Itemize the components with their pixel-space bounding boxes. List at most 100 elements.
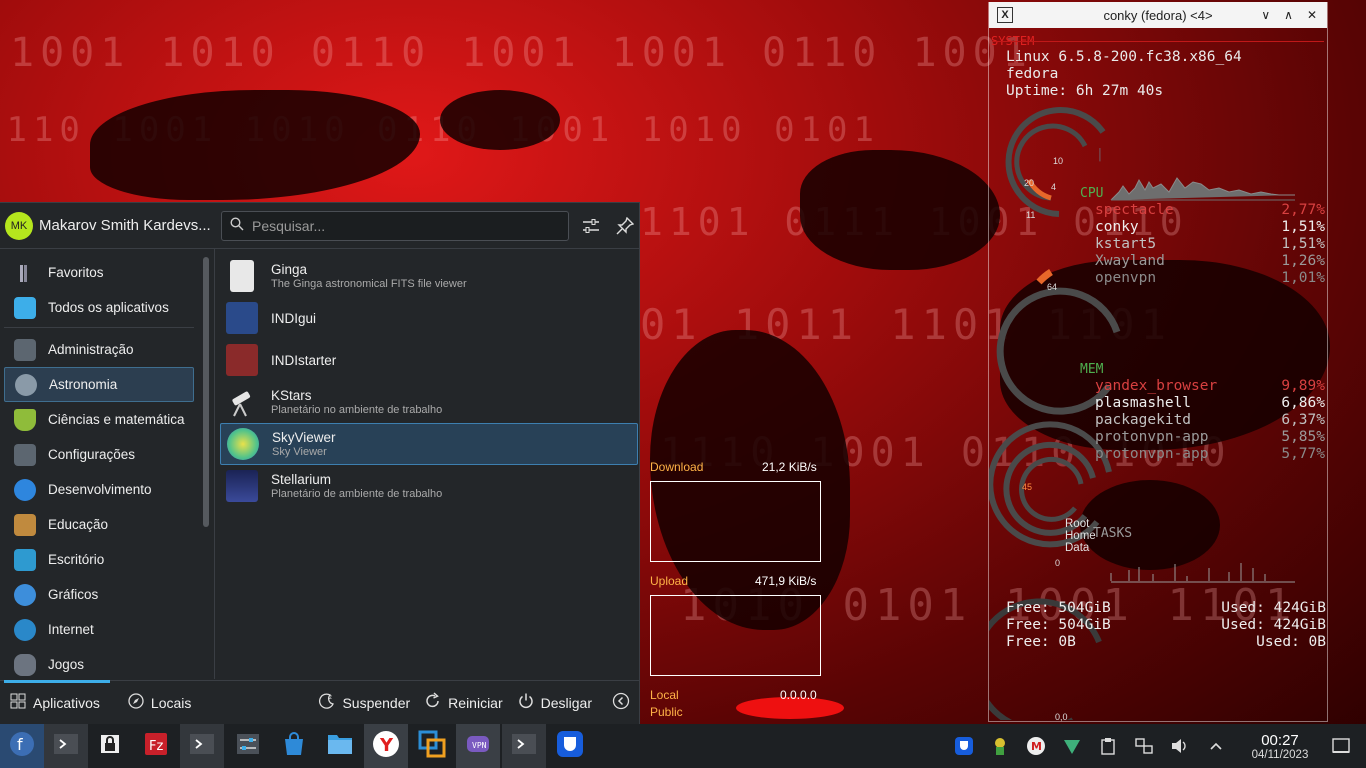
mascot-tray-icon[interactable]: [989, 735, 1011, 757]
network-icon[interactable]: [1133, 735, 1155, 757]
bitwarden-tray-icon[interactable]: [953, 735, 975, 757]
local-ip-value: 0.0.0.0: [780, 688, 817, 702]
indi-client-icon: [226, 302, 258, 334]
pane-divider: [214, 249, 215, 679]
category-scrollbar[interactable]: [203, 257, 209, 527]
settings-icon: [14, 443, 36, 466]
category-administracao[interactable]: Administração: [4, 332, 194, 367]
task-konsole-2[interactable]: [180, 724, 224, 768]
fs-label-home: Home: [1065, 530, 1096, 542]
category-graficos[interactable]: Gráficos: [4, 577, 194, 612]
category-educacao[interactable]: Educação: [4, 507, 194, 542]
shutdown-button[interactable]: Desligar: [517, 692, 592, 713]
svg-text:z: z: [329, 695, 332, 701]
digital-clock[interactable]: 00:27 04/11/2023: [1242, 732, 1318, 761]
public-ip-label: Public: [650, 705, 683, 719]
clock-time: 00:27: [1261, 731, 1299, 749]
app-kstars[interactable]: KStars Planetário no ambiente de trabalho: [220, 381, 638, 423]
task-protonvpn[interactable]: VPN: [456, 724, 500, 768]
cpu-process: spectacle 2,77%: [1095, 202, 1325, 218]
category-astronomia[interactable]: Astronomia: [4, 367, 194, 402]
local-ip-label: Local: [650, 688, 679, 702]
protonvpn-icon: VPN: [464, 732, 492, 761]
disk-row: Free: 0B Used: 0B: [1006, 634, 1326, 650]
app-skyviewer[interactable]: SkyViewer Sky Viewer: [220, 423, 638, 465]
suspend-button[interactable]: z Suspender: [318, 692, 410, 713]
task-lock-app[interactable]: [88, 724, 132, 768]
category-divider: [4, 327, 194, 328]
download-label: Download: [650, 460, 704, 474]
avatar[interactable]: MK: [5, 211, 33, 240]
tab-places[interactable]: Locais: [118, 681, 201, 725]
yandex-browser-icon: Y: [372, 730, 400, 763]
search-input[interactable]: [252, 217, 552, 234]
app-indistarter[interactable]: INDIstarter: [220, 339, 638, 381]
cpu-label: CPU: [1080, 186, 1104, 201]
task-yandex-browser[interactable]: Y: [364, 724, 408, 768]
mail-notification-tray-icon[interactable]: M: [1025, 735, 1047, 757]
bottom-ring-label: 0,0: [1055, 712, 1068, 722]
task-discover[interactable]: [272, 724, 316, 768]
app-ginga[interactable]: Ginga The Ginga astronomical FITS file vi…: [220, 255, 638, 297]
science-icon: [14, 408, 36, 431]
clipboard-icon[interactable]: [1097, 735, 1119, 757]
power-icon: [517, 692, 535, 713]
category-favoritos[interactable]: Favoritos: [4, 255, 194, 290]
volume-icon[interactable]: [1169, 735, 1191, 757]
fs-ring-label: 0: [1055, 558, 1061, 568]
lock-icon: [98, 732, 122, 761]
app-list: Ginga The Ginga astronomical FITS file vi…: [220, 255, 638, 507]
task-filezilla[interactable]: Fz: [134, 724, 178, 768]
category-jogos[interactable]: Jogos: [4, 647, 194, 681]
app-stellarium[interactable]: Stellarium Planetário de ambiente de trab…: [220, 465, 638, 507]
favorites-icon: [14, 262, 36, 284]
task-system-settings[interactable]: [226, 724, 270, 768]
telescope-icon: [226, 386, 258, 418]
search-icon: [230, 217, 244, 234]
configure-icon[interactable]: [579, 214, 603, 238]
fs-label-root: Root: [1065, 518, 1090, 530]
conky-window: X conky (fedora) <4> ∨ ∧ ✕ SYSTEM Linux …: [988, 2, 1328, 722]
astronomy-icon: [15, 373, 37, 396]
development-icon: [14, 478, 36, 501]
pin-icon[interactable]: [613, 214, 637, 238]
task-konsole-3[interactable]: [502, 724, 546, 768]
task-virtualbox[interactable]: [410, 724, 454, 768]
cpu-process: kstart5 1,51%: [1095, 236, 1325, 252]
task-bitwarden[interactable]: [548, 724, 592, 768]
category-desenvolvimento[interactable]: Desenvolvimento: [4, 472, 194, 507]
protonvpn-tray-icon[interactable]: [1061, 735, 1083, 757]
restart-button[interactable]: Reiniciar: [424, 692, 503, 713]
collapse-button[interactable]: [612, 692, 630, 713]
mem-process: packagekitd 6,37%: [1095, 412, 1325, 428]
category-internet[interactable]: Internet: [4, 612, 194, 647]
settings-icon: [235, 731, 261, 762]
indi-server-icon: [226, 344, 258, 376]
category-ciencias[interactable]: Ciências e matemática: [4, 402, 194, 437]
search-box[interactable]: [221, 210, 569, 241]
taskbar: f Fz Y VPN M 00:27 04/11/2023: [0, 724, 1366, 768]
cpu-ring-label: 10: [1053, 156, 1064, 166]
category-todos[interactable]: Todos os aplicativos: [4, 290, 194, 325]
office-icon: [14, 548, 36, 571]
fedora-logo-icon: f: [8, 730, 36, 763]
chevron-up-icon[interactable]: [1205, 735, 1227, 757]
sky-map-icon: [227, 428, 259, 460]
category-escritorio[interactable]: Escritório: [4, 542, 194, 577]
tab-applications[interactable]: Aplicativos: [0, 679, 110, 725]
sleep-icon: z: [318, 692, 336, 713]
fedora-launcher-button[interactable]: f: [0, 724, 44, 768]
task-konsole[interactable]: [44, 724, 88, 768]
launcher-footer: Aplicativos Locais z Suspender Reiniciar: [0, 679, 640, 725]
category-configuracoes[interactable]: Configurações: [4, 437, 194, 472]
application-launcher: MK Makarov Smith Kardevs... Favoritos To…: [0, 202, 640, 724]
show-desktop-button[interactable]: [1330, 735, 1352, 757]
app-indigui[interactable]: INDIgui: [220, 297, 638, 339]
disk-row: Free: 504GiB Used: 424GiB: [1006, 600, 1326, 616]
folder-icon: [326, 731, 354, 762]
all-apps-icon: [14, 296, 36, 319]
store-bag-icon: [281, 731, 307, 762]
virtualbox-icon: [417, 729, 447, 764]
svg-text:│: │: [1097, 147, 1104, 162]
task-dolphin[interactable]: [318, 724, 362, 768]
